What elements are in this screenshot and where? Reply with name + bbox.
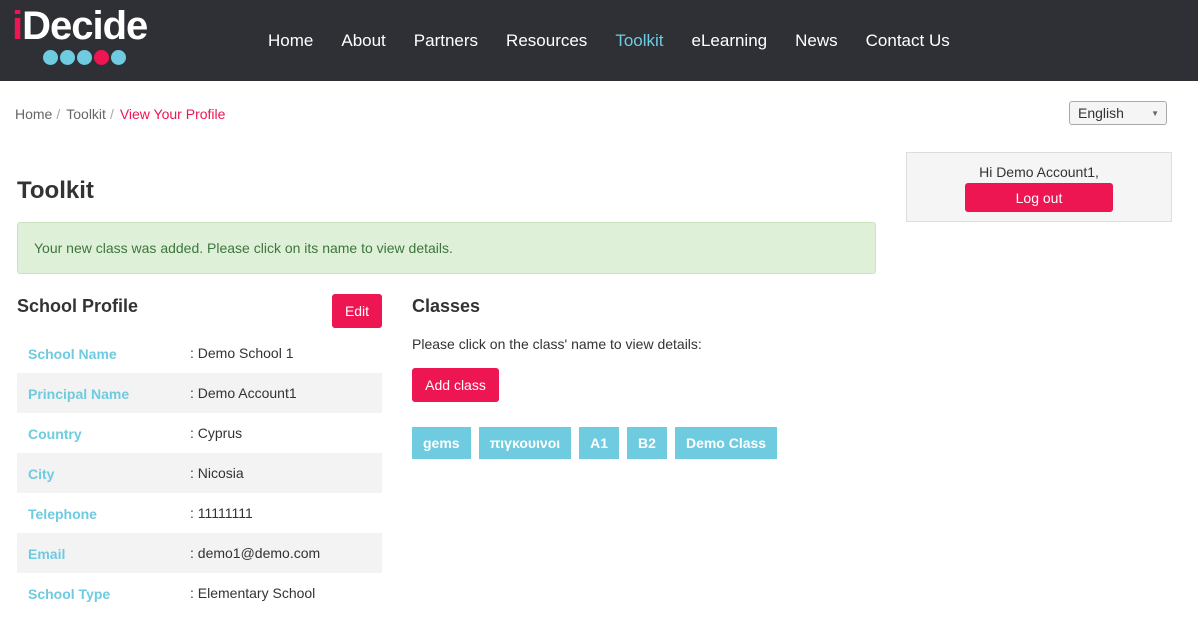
class-tag[interactable]: πιγκουινοι [478, 427, 572, 459]
profile-row: Telephone : 11111111 [17, 493, 382, 533]
profile-field-value: : Cyprus [190, 425, 243, 441]
school-profile-table: School Name : Demo School 1 Principal Name… [17, 333, 382, 613]
success-alert: Your new class was added. Please click o… [17, 222, 876, 274]
account-panel: Hi Demo Account1, Log out [906, 152, 1172, 222]
nav-item-partners[interactable]: Partners [414, 30, 478, 52]
class-tag[interactable]: gems [412, 427, 471, 459]
profile-field-value: : demo1@demo.com [190, 545, 321, 561]
nav-item-resources[interactable]: Resources [506, 30, 587, 52]
profile-row: City : Nicosia [17, 453, 382, 493]
school-profile-title: School Profile [17, 296, 139, 316]
breadcrumb-separator: / [56, 106, 61, 122]
profile-field-label: Email [28, 546, 66, 562]
chevron-down-icon: ▼ [1151, 109, 1159, 118]
breadcrumb-toolkit[interactable]: Toolkit [66, 106, 106, 122]
class-tag[interactable]: B2 [627, 427, 667, 459]
account-greeting: Hi Demo Account1, [979, 164, 1099, 180]
profile-field-value: : Demo School 1 [190, 345, 294, 361]
profile-field-label: Principal Name [28, 386, 130, 402]
profile-field-value: : Elementary School [190, 585, 316, 601]
edit-profile-button[interactable]: Edit [332, 294, 382, 328]
top-navigation-bar: iDecide Home About Partners Resources Toolki… [0, 0, 1198, 81]
class-list: gems πιγκουινοι A1 B2 Demo Class [412, 427, 785, 459]
profile-field-value: : Demo Account1 [190, 385, 297, 401]
profile-field-label: Telephone [28, 506, 97, 522]
profile-field-label: City [28, 466, 55, 482]
nav-item-elearning[interactable]: eLearning [692, 30, 768, 52]
main-nav: Home About Partners Resources Toolkit eLearni… [253, 30, 963, 54]
class-tag[interactable]: A1 [579, 427, 620, 459]
breadcrumb: Home / Toolkit / View Your Profile [15, 106, 225, 122]
idecide-logo[interactable]: iDecide [12, 4, 162, 70]
profile-row: Country : Cyprus [17, 413, 382, 453]
nav-item-contact-us[interactable]: Contact Us [866, 30, 950, 52]
logo-dot [94, 50, 109, 65]
logout-button[interactable]: Log out [965, 183, 1113, 212]
nav-item-home[interactable]: Home [268, 30, 313, 52]
breadcrumb-home[interactable]: Home [15, 106, 52, 122]
classes-title: Classes [412, 296, 481, 316]
breadcrumb-separator: / [109, 106, 114, 122]
classes-hint: Please click on the class' name to view … [412, 336, 702, 352]
class-tag[interactable]: Demo Class [674, 427, 778, 459]
nav-item-news[interactable]: News [795, 30, 838, 52]
logo-dots [43, 50, 128, 66]
logo-rest: Decide [22, 4, 148, 48]
profile-field-value: : Nicosia [190, 465, 244, 481]
breadcrumb-current: View Your Profile [119, 106, 226, 122]
profile-field-value: : 11111111 [190, 505, 253, 521]
alert-message: Your new class was added. Please click o… [34, 240, 453, 256]
add-class-button[interactable]: Add class [412, 368, 499, 402]
logo-i: i [12, 4, 23, 48]
profile-row: School Name : Demo School 1 [17, 333, 382, 373]
language-selected: English [1078, 105, 1124, 121]
profile-field-label: Country [28, 426, 82, 442]
profile-row: Email : demo1@demo.com [17, 533, 382, 573]
language-select[interactable]: English ▼ [1069, 101, 1167, 125]
page-title: Toolkit [17, 177, 94, 204]
logo-wordmark: iDecide [12, 4, 148, 48]
profile-field-label: School Name [28, 346, 117, 362]
logo-dot [43, 50, 58, 65]
logo-dot [77, 50, 92, 65]
profile-row: Principal Name : Demo Account1 [17, 373, 382, 413]
nav-item-about[interactable]: About [341, 30, 385, 52]
profile-field-label: School Type [28, 586, 111, 602]
profile-row: School Type : Elementary School [17, 573, 382, 613]
logo-dot [60, 50, 75, 65]
nav-item-toolkit[interactable]: Toolkit [615, 30, 663, 52]
logo-dot [111, 50, 126, 65]
